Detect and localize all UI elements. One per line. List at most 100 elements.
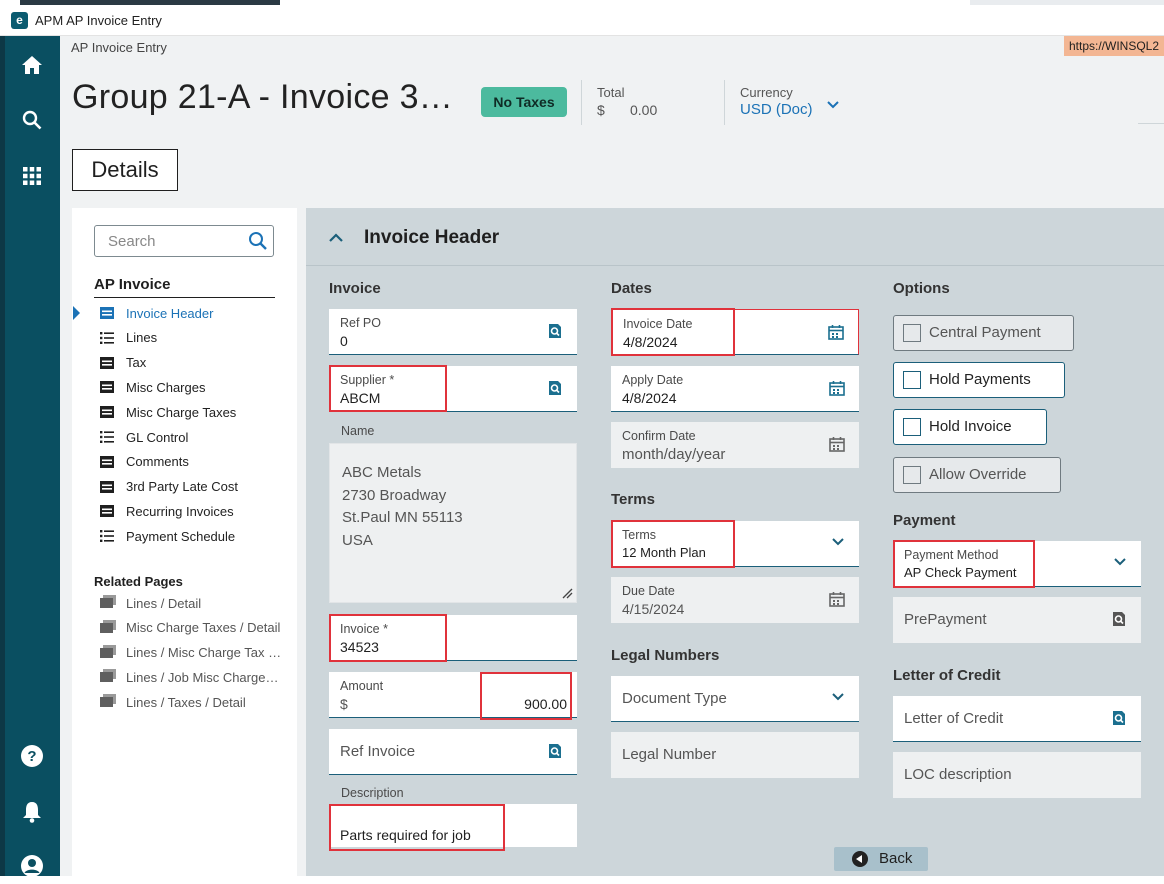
invoice-date-label: Invoice Date	[623, 317, 693, 331]
amount-value[interactable]: 900.00	[524, 696, 567, 712]
letter-of-credit-placeholder[interactable]: Letter of Credit	[904, 710, 1003, 727]
letter-of-credit-field[interactable]: Letter of Credit	[893, 696, 1141, 742]
nav-item[interactable]: Misc Charge Taxes	[100, 402, 236, 422]
search-icon[interactable]	[14, 102, 50, 138]
allow-override-checkbox[interactable]: Allow Override	[893, 457, 1061, 493]
supplier-value[interactable]: ABCM	[340, 390, 380, 406]
payment-method-value[interactable]: AP Check Payment	[904, 565, 1016, 580]
document-type-placeholder[interactable]: Document Type	[622, 690, 727, 707]
search-input[interactable]	[106, 232, 246, 251]
list-icon	[100, 530, 114, 543]
form-icon	[100, 381, 114, 394]
due-date-field[interactable]: Due Date 4/15/2024	[611, 577, 859, 623]
related-page-link[interactable]: Lines / Taxes / Detail	[100, 694, 246, 710]
ref-po-value[interactable]: 0	[340, 333, 348, 349]
amount-field[interactable]: Amount $ 900.00	[329, 672, 577, 718]
description-value[interactable]: Parts required for job	[340, 827, 471, 843]
ref-invoice-placeholder[interactable]: Ref Invoice	[340, 743, 415, 760]
nav-item[interactable]: Misc Charges	[100, 377, 205, 397]
resize-handle-icon[interactable]	[561, 587, 573, 599]
hold-invoice-checkbox[interactable]: Hold Invoice	[893, 409, 1047, 445]
chevron-up-icon[interactable]	[328, 231, 344, 250]
due-date-value[interactable]: 4/15/2024	[622, 601, 684, 617]
apps-grid-icon[interactable]	[14, 158, 50, 194]
amount-currency-symbol: $	[340, 696, 348, 712]
currency-selector[interactable]: USD (Doc)	[740, 101, 813, 118]
invoice-date-value[interactable]: 4/8/2024	[623, 334, 678, 350]
lookup-icon[interactable]	[547, 323, 563, 344]
nav-item-label: 3rd Party Late Cost	[126, 479, 238, 495]
legal-number-field[interactable]: Legal Number	[611, 732, 859, 778]
invoice-date-field[interactable]: Invoice Date 4/8/2024	[611, 309, 859, 355]
invoice-number-value[interactable]: 34523	[340, 639, 379, 655]
loc-description-field[interactable]: LOC description	[893, 752, 1141, 798]
ref-po-field[interactable]: Ref PO 0	[329, 309, 577, 355]
confirm-date-placeholder[interactable]: month/day/year	[622, 446, 725, 463]
chevron-down-icon[interactable]	[831, 535, 845, 554]
chevron-down-icon[interactable]	[826, 98, 840, 117]
nav-search[interactable]	[94, 225, 274, 257]
supplier-field[interactable]: Supplier * ABCM	[329, 366, 577, 412]
confirm-date-field[interactable]: Confirm Date month/day/year	[611, 422, 859, 468]
related-page-link[interactable]: Lines / Detail	[100, 595, 201, 611]
lookup-icon[interactable]	[547, 743, 563, 764]
total-label: Total	[597, 85, 625, 100]
invoice-number-field[interactable]: Invoice * 34523	[329, 615, 577, 661]
prepayment-field[interactable]: PrePayment	[893, 597, 1141, 643]
lookup-icon[interactable]	[547, 380, 563, 401]
related-page-link[interactable]: Lines / Job Misc Charge…	[100, 669, 278, 685]
lookup-icon[interactable]	[1111, 611, 1127, 632]
checkbox-icon[interactable]	[903, 418, 921, 436]
pages-icon	[100, 669, 116, 685]
notifications-bell-icon[interactable]	[14, 794, 50, 830]
checkbox-icon[interactable]	[903, 371, 921, 389]
ref-invoice-field[interactable]: Ref Invoice	[329, 729, 577, 775]
nav-item[interactable]: Recurring Invoices	[100, 501, 234, 521]
chevron-down-icon[interactable]	[831, 690, 845, 709]
apply-date-value[interactable]: 4/8/2024	[622, 390, 677, 406]
related-page-link[interactable]: Lines / Misc Charge Tax …	[100, 644, 281, 661]
terms-dropdown[interactable]: Terms 12 Month Plan	[611, 521, 859, 567]
description-field[interactable]: Parts required for job	[329, 804, 577, 847]
window-titlebar: e APM AP Invoice Entry	[0, 6, 1164, 36]
related-page-link[interactable]: Misc Charge Taxes / Detail	[100, 619, 280, 636]
header-divider	[581, 80, 582, 125]
address-line: 2730 Broadway	[342, 487, 447, 504]
loc-description-placeholder[interactable]: LOC description	[904, 766, 1012, 783]
nav-item[interactable]: Lines	[100, 328, 157, 348]
calendar-icon[interactable]	[829, 436, 845, 457]
dates-section-heading: Dates	[611, 280, 652, 297]
legal-number-placeholder[interactable]: Legal Number	[622, 746, 716, 763]
help-icon[interactable]: ?	[14, 738, 50, 774]
nav-item[interactable]: 3rd Party Late Cost	[100, 477, 238, 497]
nav-item[interactable]: Tax	[100, 353, 146, 373]
nav-item[interactable]: Payment Schedule	[100, 526, 235, 546]
nav-item-label: GL Control	[126, 429, 189, 445]
back-arrow-icon	[852, 851, 868, 867]
checkbox-icon[interactable]	[903, 466, 921, 484]
central-payment-checkbox[interactable]: Central Payment	[893, 315, 1074, 351]
user-avatar-icon[interactable]	[14, 848, 50, 884]
checkbox-icon[interactable]	[903, 324, 921, 342]
search-icon[interactable]	[248, 231, 268, 256]
apply-date-field[interactable]: Apply Date 4/8/2024	[611, 366, 859, 412]
lookup-icon[interactable]	[1111, 710, 1127, 731]
window-title: APM AP Invoice Entry	[35, 13, 162, 28]
calendar-icon[interactable]	[828, 324, 844, 345]
hold-payments-checkbox[interactable]: Hold Payments	[893, 362, 1065, 398]
calendar-icon[interactable]	[829, 591, 845, 612]
nav-item[interactable]: GL Control	[100, 427, 188, 447]
home-icon[interactable]	[14, 47, 50, 83]
back-button[interactable]: Back	[834, 847, 928, 871]
prepayment-placeholder[interactable]: PrePayment	[904, 611, 987, 628]
chevron-down-icon[interactable]	[1113, 555, 1127, 574]
calendar-icon[interactable]	[829, 380, 845, 401]
tab-details[interactable]: Details	[72, 149, 178, 191]
amount-label: Amount	[340, 679, 384, 693]
nav-item[interactable]: Invoice Header	[100, 303, 213, 323]
nav-item[interactable]: Comments	[100, 452, 189, 472]
terms-value[interactable]: 12 Month Plan	[622, 545, 706, 560]
payment-method-dropdown[interactable]: Payment Method AP Check Payment	[893, 541, 1141, 587]
document-type-dropdown[interactable]: Document Type	[611, 676, 859, 722]
options-section-heading: Options	[893, 280, 950, 297]
